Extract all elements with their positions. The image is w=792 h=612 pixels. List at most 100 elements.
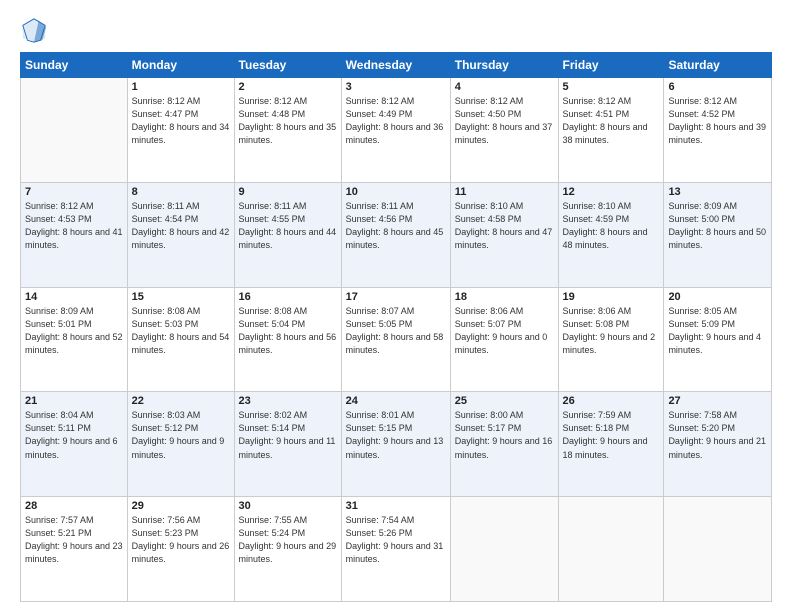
day-info: Sunrise: 8:11 AMSunset: 4:54 PMDaylight:…: [132, 200, 230, 252]
day-number: 22: [132, 395, 230, 407]
day-number: 15: [132, 291, 230, 303]
calendar-cell: 25 Sunrise: 8:00 AMSunset: 5:17 PMDayligh…: [450, 392, 558, 497]
day-info: Sunrise: 7:56 AMSunset: 5:23 PMDaylight:…: [132, 514, 230, 566]
day-number: 13: [668, 186, 767, 198]
calendar-table: SundayMondayTuesdayWednesdayThursdayFrid…: [20, 52, 772, 602]
calendar-cell: 6Sunrise: 8:12 AMSunset: 4:52 PMDaylight…: [664, 78, 772, 183]
weekday-header-wednesday: Wednesday: [341, 53, 450, 78]
day-info: Sunrise: 8:08 AMSunset: 5:03 PMDaylight:…: [132, 305, 230, 357]
day-info: Sunrise: 8:01 AMSunset: 5:15 PMDaylight:…: [346, 409, 446, 461]
calendar-cell: [450, 497, 558, 602]
calendar-cell: 30 Sunrise: 7:55 AMSunset: 5:24 PMDayligh…: [234, 497, 341, 602]
day-info: Sunrise: 8:09 AMSunset: 5:01 PMDaylight:…: [25, 305, 123, 357]
calendar-cell: 5 Sunrise: 8:12 AMSunset: 4:51 PMDaylight…: [558, 78, 664, 183]
calendar-cell: 28 Sunrise: 7:57 AMSunset: 5:21 PMDayligh…: [21, 497, 128, 602]
day-number: 26: [563, 395, 660, 407]
day-info: Sunrise: 8:11 AMSunset: 4:55 PMDaylight:…: [239, 200, 337, 252]
day-number: 1: [132, 81, 230, 93]
day-number: 5: [563, 81, 660, 93]
day-info: Sunrise: 8:08 AMSunset: 5:04 PMDaylight:…: [239, 305, 337, 357]
calendar-cell: 12Sunrise: 8:10 AMSunset: 4:59 PMDayligh…: [558, 182, 664, 287]
calendar-cell: [664, 497, 772, 602]
logo: [20, 16, 52, 44]
day-number: 11: [455, 186, 554, 198]
weekday-header-sunday: Sunday: [21, 53, 128, 78]
day-number: 29: [132, 500, 230, 512]
calendar-week-row: 28 Sunrise: 7:57 AMSunset: 5:21 PMDayligh…: [21, 497, 772, 602]
day-info: Sunrise: 7:55 AMSunset: 5:24 PMDaylight:…: [239, 514, 337, 566]
day-number: 14: [25, 291, 123, 303]
calendar-cell: 11 Sunrise: 8:10 AMSunset: 4:58 PMDayligh…: [450, 182, 558, 287]
calendar-cell: 3 Sunrise: 8:12 AMSunset: 4:49 PMDaylight…: [341, 78, 450, 183]
day-number: 18: [455, 291, 554, 303]
day-number: 19: [563, 291, 660, 303]
day-number: 24: [346, 395, 446, 407]
day-info: Sunrise: 7:59 AMSunset: 5:18 PMDaylight:…: [563, 409, 660, 461]
calendar-cell: 14 Sunrise: 8:09 AMSunset: 5:01 PMDayligh…: [21, 287, 128, 392]
calendar-cell: 13 Sunrise: 8:09 AMSunset: 5:00 PMDayligh…: [664, 182, 772, 287]
day-info: Sunrise: 8:00 AMSunset: 5:17 PMDaylight:…: [455, 409, 554, 461]
day-number: 28: [25, 500, 123, 512]
calendar-cell: [21, 78, 128, 183]
weekday-header-saturday: Saturday: [664, 53, 772, 78]
calendar-cell: 23 Sunrise: 8:02 AMSunset: 5:14 PMDayligh…: [234, 392, 341, 497]
calendar-week-row: 21 Sunrise: 8:04 AMSunset: 5:11 PMDayligh…: [21, 392, 772, 497]
day-number: 8: [132, 186, 230, 198]
calendar: SundayMondayTuesdayWednesdayThursdayFrid…: [20, 52, 772, 602]
header: [20, 16, 772, 44]
calendar-cell: [558, 497, 664, 602]
weekday-header-friday: Friday: [558, 53, 664, 78]
day-info: Sunrise: 8:09 AMSunset: 5:00 PMDaylight:…: [668, 200, 767, 252]
calendar-cell: 17Sunrise: 8:07 AMSunset: 5:05 PMDayligh…: [341, 287, 450, 392]
calendar-cell: 21 Sunrise: 8:04 AMSunset: 5:11 PMDayligh…: [21, 392, 128, 497]
day-info: Sunrise: 8:10 AMSunset: 4:59 PMDaylight:…: [563, 200, 660, 252]
day-number: 23: [239, 395, 337, 407]
day-info: Sunrise: 8:12 AMSunset: 4:53 PMDaylight:…: [25, 200, 123, 252]
day-info: Sunrise: 7:54 AMSunset: 5:26 PMDaylight:…: [346, 514, 446, 566]
day-info: Sunrise: 8:12 AMSunset: 4:51 PMDaylight:…: [563, 95, 660, 147]
day-number: 27: [668, 395, 767, 407]
day-info: Sunrise: 8:03 AMSunset: 5:12 PMDaylight:…: [132, 409, 230, 461]
calendar-week-row: 1Sunrise: 8:12 AMSunset: 4:47 PMDaylight…: [21, 78, 772, 183]
calendar-cell: 20Sunrise: 8:05 AMSunset: 5:09 PMDayligh…: [664, 287, 772, 392]
day-number: 21: [25, 395, 123, 407]
day-number: 7: [25, 186, 123, 198]
calendar-cell: 16 Sunrise: 8:08 AMSunset: 5:04 PMDayligh…: [234, 287, 341, 392]
day-number: 6: [668, 81, 767, 93]
calendar-cell: 4 Sunrise: 8:12 AMSunset: 4:50 PMDaylight…: [450, 78, 558, 183]
day-info: Sunrise: 8:12 AMSunset: 4:48 PMDaylight:…: [239, 95, 337, 147]
weekday-header-monday: Monday: [127, 53, 234, 78]
day-info: Sunrise: 8:06 AMSunset: 5:08 PMDaylight:…: [563, 305, 660, 357]
calendar-cell: 31Sunrise: 7:54 AMSunset: 5:26 PMDayligh…: [341, 497, 450, 602]
day-number: 9: [239, 186, 337, 198]
weekday-header-thursday: Thursday: [450, 53, 558, 78]
calendar-cell: 19 Sunrise: 8:06 AMSunset: 5:08 PMDayligh…: [558, 287, 664, 392]
day-info: Sunrise: 8:12 AMSunset: 4:50 PMDaylight:…: [455, 95, 554, 147]
calendar-cell: 18 Sunrise: 8:06 AMSunset: 5:07 PMDayligh…: [450, 287, 558, 392]
day-info: Sunrise: 8:02 AMSunset: 5:14 PMDaylight:…: [239, 409, 337, 461]
calendar-week-row: 7 Sunrise: 8:12 AMSunset: 4:53 PMDaylight…: [21, 182, 772, 287]
day-info: Sunrise: 8:07 AMSunset: 5:05 PMDaylight:…: [346, 305, 446, 357]
day-number: 16: [239, 291, 337, 303]
day-info: Sunrise: 8:11 AMSunset: 4:56 PMDaylight:…: [346, 200, 446, 252]
calendar-cell: 2 Sunrise: 8:12 AMSunset: 4:48 PMDaylight…: [234, 78, 341, 183]
calendar-cell: 26 Sunrise: 7:59 AMSunset: 5:18 PMDayligh…: [558, 392, 664, 497]
day-info: Sunrise: 7:57 AMSunset: 5:21 PMDaylight:…: [25, 514, 123, 566]
calendar-cell: 22 Sunrise: 8:03 AMSunset: 5:12 PMDayligh…: [127, 392, 234, 497]
calendar-week-row: 14 Sunrise: 8:09 AMSunset: 5:01 PMDayligh…: [21, 287, 772, 392]
calendar-cell: 8 Sunrise: 8:11 AMSunset: 4:54 PMDaylight…: [127, 182, 234, 287]
day-number: 4: [455, 81, 554, 93]
day-info: Sunrise: 8:12 AMSunset: 4:49 PMDaylight:…: [346, 95, 446, 147]
calendar-cell: 7 Sunrise: 8:12 AMSunset: 4:53 PMDaylight…: [21, 182, 128, 287]
day-info: Sunrise: 8:06 AMSunset: 5:07 PMDaylight:…: [455, 305, 554, 357]
day-number: 2: [239, 81, 337, 93]
day-info: Sunrise: 8:10 AMSunset: 4:58 PMDaylight:…: [455, 200, 554, 252]
weekday-header-tuesday: Tuesday: [234, 53, 341, 78]
day-number: 3: [346, 81, 446, 93]
calendar-cell: 24 Sunrise: 8:01 AMSunset: 5:15 PMDayligh…: [341, 392, 450, 497]
calendar-cell: 10Sunrise: 8:11 AMSunset: 4:56 PMDayligh…: [341, 182, 450, 287]
day-number: 25: [455, 395, 554, 407]
day-number: 30: [239, 500, 337, 512]
day-info: Sunrise: 8:04 AMSunset: 5:11 PMDaylight:…: [25, 409, 123, 461]
calendar-cell: 9 Sunrise: 8:11 AMSunset: 4:55 PMDaylight…: [234, 182, 341, 287]
